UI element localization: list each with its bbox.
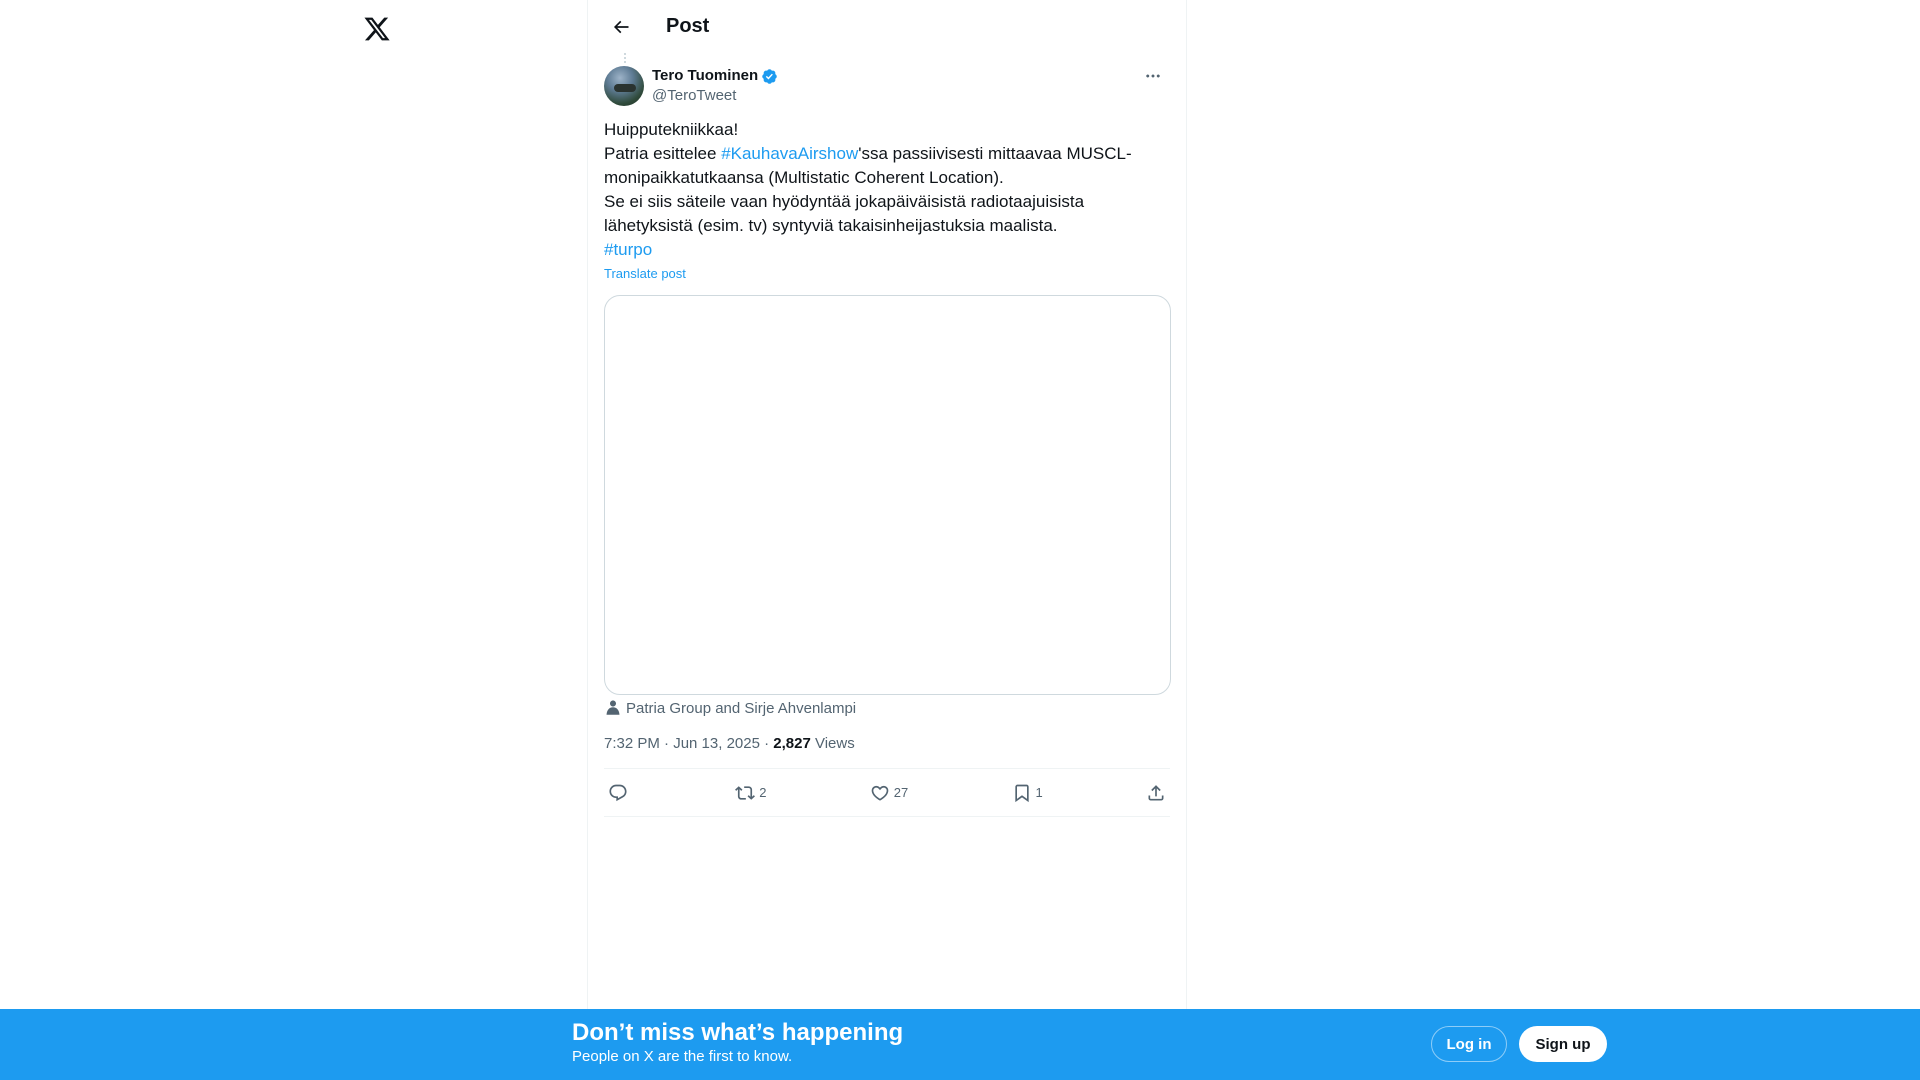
post-meta: 7:32 PM · Jun 13, 2025 · 2,827 Views xyxy=(604,735,1170,769)
post-timestamp[interactable]: 7:32 PM · Jun 13, 2025 · xyxy=(604,735,773,752)
login-button[interactable]: Log in xyxy=(1431,1026,1507,1062)
author-handle[interactable]: @TeroTweet xyxy=(652,86,778,106)
hashtag-link[interactable]: #turpo xyxy=(604,240,652,259)
thread-line xyxy=(624,53,626,63)
translate-post-link[interactable]: Translate post xyxy=(604,266,686,281)
main-column: Post Tero Tuominen @TeroTweet Huipputekn… xyxy=(587,0,1187,1010)
back-arrow-icon[interactable] xyxy=(604,10,638,44)
share-button[interactable] xyxy=(1146,783,1166,803)
author-row: Tero Tuominen @TeroTweet xyxy=(604,53,1170,106)
repost-count: 2 xyxy=(759,785,767,800)
share-icon xyxy=(1148,784,1164,800)
signup-button[interactable]: Sign up xyxy=(1519,1026,1607,1062)
like-count: 27 xyxy=(893,785,909,800)
repost-icon xyxy=(735,785,756,800)
post: Tero Tuominen @TeroTweet Huipputekniikka… xyxy=(588,53,1186,817)
bookmark-icon xyxy=(1014,784,1029,802)
views-label: Views xyxy=(810,735,855,752)
media-container[interactable] xyxy=(604,295,1171,695)
top-bar: Post xyxy=(588,0,1186,53)
bookmark-button[interactable]: 1 xyxy=(1012,783,1043,803)
bookmark-count: 1 xyxy=(1035,785,1043,800)
author-name[interactable]: Tero Tuominen xyxy=(652,66,758,86)
banner-subtitle: People on X are the first to know. xyxy=(572,1048,793,1065)
action-bar: 2 27 1 xyxy=(604,769,1170,817)
reply-button[interactable] xyxy=(608,783,632,803)
x-logo-icon[interactable] xyxy=(360,12,394,46)
views-count: 2,827 xyxy=(773,735,811,752)
post-text: Huipputekniikkaa! Patria esittelee #Kauh… xyxy=(604,120,1132,259)
avatar[interactable] xyxy=(604,66,644,106)
tagged-users[interactable]: Patria Group and Sirje Ahvenlampi xyxy=(604,699,1170,717)
more-icon[interactable] xyxy=(1136,59,1170,93)
hashtag-link[interactable]: #KauhavaAirshow xyxy=(721,144,858,163)
tagged-users-label: Patria Group and Sirje Ahvenlampi xyxy=(626,699,857,717)
signup-banner: Don’t miss what’s happening People on X … xyxy=(0,1009,1920,1080)
like-button[interactable]: 27 xyxy=(870,783,908,803)
verified-icon[interactable] xyxy=(761,68,778,85)
reply-icon xyxy=(609,784,627,801)
author-names: Tero Tuominen @TeroTweet xyxy=(652,66,778,106)
like-icon xyxy=(871,785,889,801)
person-icon xyxy=(606,700,620,715)
repost-button[interactable]: 2 xyxy=(735,783,767,803)
banner-title: Don’t miss what’s happening xyxy=(572,1019,904,1046)
page-title: Post xyxy=(666,15,710,37)
